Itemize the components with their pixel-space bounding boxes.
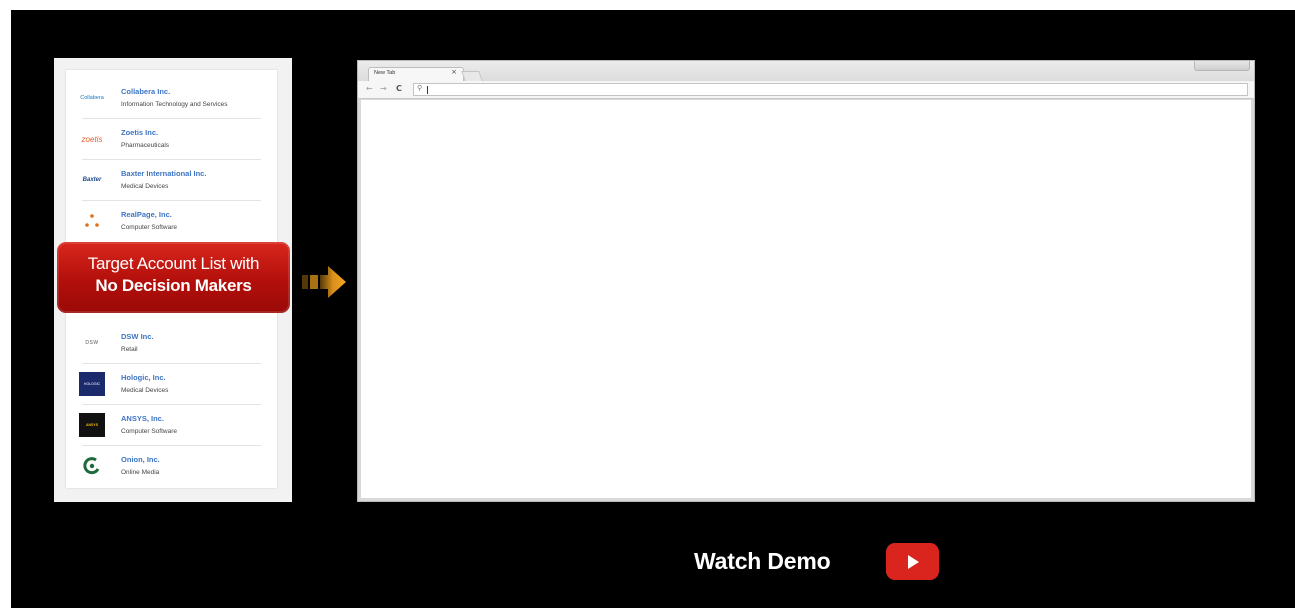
browser-content[interactable]: [361, 100, 1251, 498]
company-name[interactable]: Baxter International Inc.: [121, 169, 206, 178]
collabera-logo: Collabera: [76, 86, 108, 110]
company-industry: Medical Devices: [121, 183, 169, 190]
company-name[interactable]: Collabera Inc.: [121, 87, 170, 96]
window-controls[interactable]: [1194, 61, 1250, 71]
company-industry: Computer Software: [121, 428, 177, 435]
browser-titlebar: New Tab ×: [358, 61, 1254, 81]
onion-logo: [76, 454, 108, 478]
company-name[interactable]: DSW Inc.: [121, 332, 154, 341]
realpage-logo: [76, 209, 108, 233]
arrow-right-icon: [302, 266, 346, 298]
ansys-logo-box: ANSYS: [79, 413, 105, 437]
tab-title: New Tab: [374, 70, 396, 76]
play-icon: [908, 555, 919, 569]
logo-text: zoetis: [81, 134, 103, 144]
logo-text: Baxter: [82, 177, 102, 183]
list-item[interactable]: RealPage, Inc. Computer Software: [66, 201, 277, 242]
baxter-logo: Baxter: [76, 168, 108, 192]
list-item[interactable]: HOLOGIC Hologic, Inc. Medical Devices: [66, 364, 277, 405]
target-account-callout: Target Account List with No Decision Mak…: [57, 242, 290, 313]
company-name[interactable]: RealPage, Inc.: [121, 210, 172, 219]
hologic-logo: HOLOGIC: [76, 372, 108, 396]
close-icon[interactable]: ×: [451, 68, 457, 76]
list-item[interactable]: Baxter Baxter International Inc. Medical…: [66, 160, 277, 201]
logo-text: HOLOGIC: [83, 382, 101, 386]
search-icon: ⚲: [417, 84, 423, 92]
logo-text: ANSYS: [85, 423, 99, 427]
company-industry: Online Media: [121, 469, 160, 476]
company-name[interactable]: Zoetis Inc.: [121, 128, 158, 137]
address-bar[interactable]: ⚲: [413, 83, 1248, 96]
company-industry: Medical Devices: [121, 387, 169, 394]
browser-toolbar: ← → C ⚲: [358, 81, 1254, 99]
list-item[interactable]: DSW DSW Inc. Retail: [66, 323, 277, 364]
browser-window: New Tab × ← → C ⚲: [357, 60, 1255, 502]
new-tab-button[interactable]: [461, 71, 483, 81]
list-item[interactable]: Onion, Inc. Online Media: [66, 446, 277, 487]
company-industry: Information Technology and Services: [121, 101, 228, 108]
company-industry: Retail: [121, 346, 138, 353]
text-cursor: [427, 86, 428, 94]
hologic-logo-box: HOLOGIC: [79, 372, 105, 396]
back-arrow-icon[interactable]: ←: [366, 84, 373, 93]
dsw-logo: DSW: [76, 331, 108, 355]
logo-text: Collabera: [80, 95, 104, 101]
company-industry: Pharmaceuticals: [121, 142, 170, 149]
onion-swirl-icon: [83, 457, 100, 475]
list-item[interactable]: ANSYS ANSYS, Inc. Computer Software: [66, 405, 277, 446]
callout-line-2: No Decision Makers: [95, 276, 252, 295]
company-name[interactable]: Hologic, Inc.: [121, 373, 166, 382]
company-name[interactable]: Onion, Inc.: [121, 455, 160, 464]
callout-line-1: Target Account List with: [87, 254, 260, 273]
watch-demo-label[interactable]: Watch Demo: [694, 548, 831, 575]
youtube-play-button[interactable]: [886, 543, 939, 580]
list-item[interactable]: zoetis Zoetis Inc. Pharmaceuticals: [66, 119, 277, 160]
forward-arrow-icon[interactable]: →: [380, 84, 387, 93]
logo-text: DSW: [85, 340, 99, 346]
list-item[interactable]: Collabera Collabera Inc. Information Tec…: [66, 78, 277, 119]
tab-new-tab[interactable]: New Tab ×: [368, 67, 464, 81]
zoetis-logo: zoetis: [76, 127, 108, 151]
reload-icon[interactable]: C: [396, 84, 402, 93]
company-name[interactable]: ANSYS, Inc.: [121, 414, 164, 423]
realpage-dots-icon: [85, 214, 99, 227]
company-industry: Computer Software: [121, 224, 177, 231]
ansys-logo: ANSYS: [76, 413, 108, 437]
